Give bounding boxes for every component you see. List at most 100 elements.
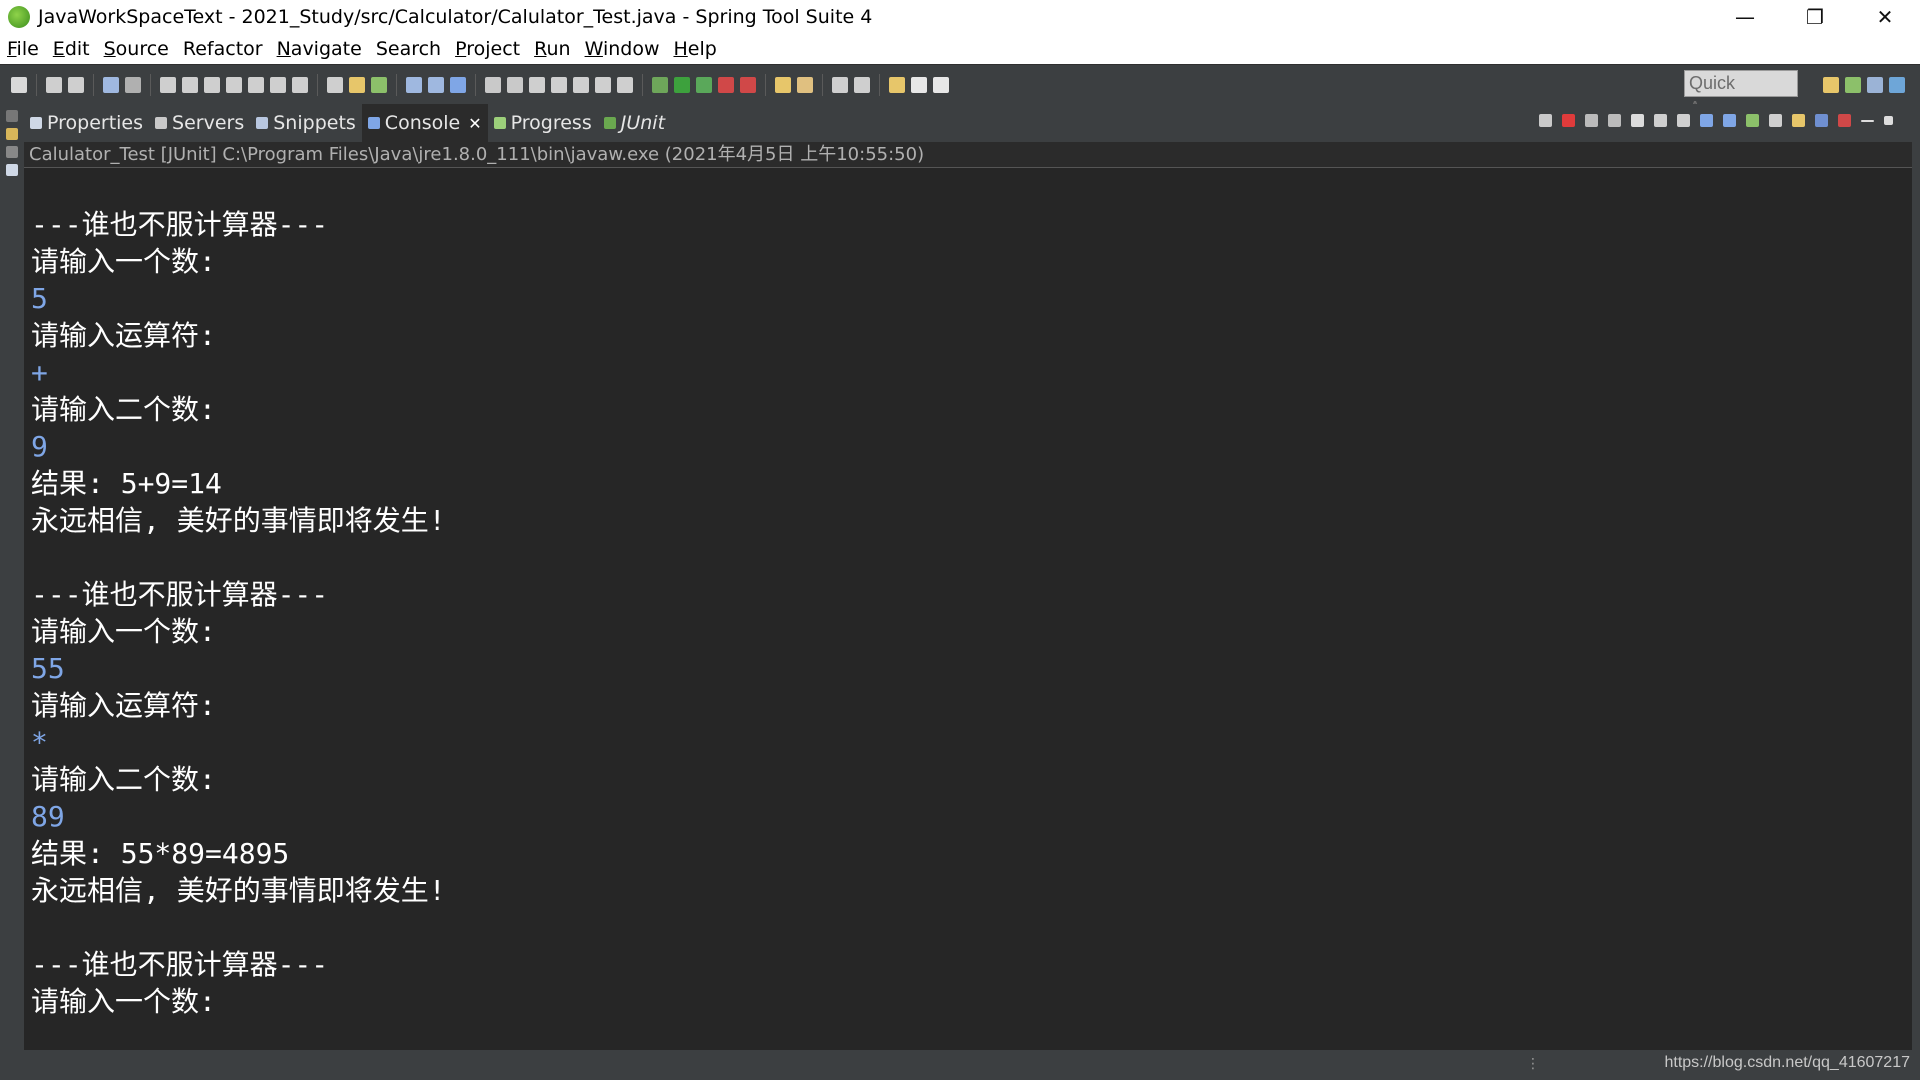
debug-perspective-icon[interactable] — [1867, 77, 1883, 93]
maximize-view-icon[interactable] — [1884, 116, 1893, 125]
close-icon[interactable]: ✕ — [1850, 0, 1920, 34]
print-icon[interactable] — [103, 77, 119, 93]
last-edit-icon[interactable] — [889, 77, 905, 93]
menu-label: un — [546, 38, 571, 60]
stop-icon[interactable] — [740, 77, 756, 93]
menu-item[interactable]: Refactor — [176, 38, 270, 60]
restore-icon[interactable]: ❐ — [1780, 0, 1850, 34]
relaunch-icon[interactable] — [1539, 114, 1552, 127]
step-return-icon[interactable] — [292, 77, 308, 93]
resume-icon[interactable] — [160, 77, 176, 93]
menu-item[interactable]: Source — [97, 38, 176, 60]
display-console-icon[interactable] — [1769, 114, 1782, 127]
tab-progress[interactable]: Progress — [488, 112, 598, 134]
console-input-line: 89 — [31, 800, 65, 833]
console-output[interactable]: ---谁也不服计算器--- 请输入一个数: 5 请输入运算符: + 请输入二个数: 9 结果:… — [24, 168, 1912, 1050]
debug-console-icon[interactable] — [1815, 114, 1828, 127]
link-icon[interactable] — [797, 77, 813, 93]
tab-label: Console — [384, 112, 461, 134]
annotation-icon[interactable] — [551, 77, 567, 93]
previous-annotation-icon[interactable] — [854, 77, 870, 93]
outline-icon[interactable] — [6, 146, 18, 158]
menu-item[interactable]: Run — [527, 38, 577, 60]
skip-breakpoints-icon[interactable] — [125, 77, 141, 93]
perspective-switcher — [1820, 77, 1908, 93]
restore-view-icon[interactable] — [6, 110, 18, 122]
console-input-line: 5 — [31, 282, 48, 315]
properties-icon — [30, 117, 42, 129]
new-class-icon[interactable] — [450, 77, 466, 93]
open-perspective-icon[interactable] — [1823, 77, 1839, 93]
show-stdout-icon[interactable] — [1700, 114, 1713, 127]
pin-console-icon[interactable] — [1746, 114, 1759, 127]
save-icon[interactable] — [46, 77, 62, 93]
menu-mnemonic: E — [52, 38, 65, 60]
task-list-icon[interactable] — [6, 164, 18, 176]
toggle-mark-icon[interactable] — [573, 77, 589, 93]
tab-console[interactable]: Console ✕ — [361, 104, 488, 142]
menu-item[interactable]: Project — [448, 38, 527, 60]
spring-boot-dashboard-icon[interactable] — [371, 77, 387, 93]
save-all-icon[interactable] — [68, 77, 84, 93]
scroll-lock-icon[interactable] — [1654, 114, 1667, 127]
tab-label: Snippets — [273, 112, 356, 134]
junit-icon — [603, 117, 616, 129]
menu-item[interactable]: Help — [666, 38, 723, 60]
debug-icon[interactable] — [652, 77, 668, 93]
menu-item[interactable]: File — [0, 38, 46, 60]
quick-access-input[interactable]: Quick Access — [1684, 70, 1798, 118]
open-task-icon[interactable] — [507, 77, 523, 93]
tab-label: Progress — [510, 112, 592, 134]
tab-properties[interactable]: Properties — [24, 112, 149, 134]
open-type-icon[interactable] — [485, 77, 501, 93]
remove-launch-icon[interactable] — [1585, 114, 1598, 127]
suspend-icon[interactable] — [182, 77, 198, 93]
menu-mnemonic: H — [673, 38, 688, 60]
show-stderr-icon[interactable] — [1723, 114, 1736, 127]
new-icon[interactable] — [11, 77, 27, 93]
remove-all-launches-icon[interactable] — [1608, 114, 1621, 127]
tab-label: Servers — [172, 112, 245, 134]
step-into-icon[interactable] — [248, 77, 264, 93]
block-selection-icon[interactable] — [595, 77, 611, 93]
tab-snippets[interactable]: Snippets — [250, 112, 362, 134]
menu-item[interactable]: Search — [369, 38, 448, 60]
tab-junit[interactable]: JUnit — [598, 112, 671, 134]
console-output-line: ---谁也不服计算器--- — [31, 208, 329, 241]
menu-item[interactable]: Edit — [46, 38, 97, 60]
open-console-icon[interactable] — [1792, 114, 1805, 127]
search-icon[interactable] — [529, 77, 545, 93]
tab-servers[interactable]: Servers — [149, 112, 250, 134]
use-step-filters-icon[interactable] — [349, 77, 365, 93]
error-console-icon[interactable] — [1838, 114, 1851, 127]
open-folder-icon[interactable] — [775, 77, 791, 93]
toolbar-separator — [150, 74, 151, 96]
close-tab-icon[interactable]: ✕ — [468, 114, 481, 133]
new-java-project-icon[interactable] — [406, 77, 422, 93]
forward-icon[interactable] — [933, 77, 949, 93]
external-tools-icon[interactable] — [718, 77, 734, 93]
spring-perspective-icon[interactable] — [1889, 77, 1905, 93]
run-icon[interactable] — [674, 77, 690, 93]
show-whitespace-icon[interactable] — [617, 77, 633, 93]
minimize-view-icon[interactable] — [1861, 119, 1874, 122]
clear-console-icon[interactable] — [1631, 114, 1644, 127]
menu-item[interactable]: Window — [578, 38, 667, 60]
minimize-icon[interactable]: — — [1710, 0, 1780, 34]
toolbar-separator — [36, 74, 37, 96]
progress-icon — [493, 117, 506, 129]
terminate-debug-icon[interactable] — [204, 77, 220, 93]
new-package-icon[interactable] — [428, 77, 444, 93]
coverage-icon[interactable] — [696, 77, 712, 93]
step-over-icon[interactable] — [270, 77, 286, 93]
console-output-line: 结果: 55*89=4895 — [31, 837, 290, 870]
disconnect-icon[interactable] — [226, 77, 242, 93]
menu-item[interactable]: Navigate — [270, 38, 369, 60]
back-icon[interactable] — [911, 77, 927, 93]
word-wrap-icon[interactable] — [1677, 114, 1690, 127]
package-explorer-icon[interactable] — [6, 128, 18, 140]
next-annotation-icon[interactable] — [832, 77, 848, 93]
java-perspective-icon[interactable] — [1845, 77, 1861, 93]
terminate-icon[interactable] — [1562, 114, 1575, 127]
drop-to-frame-icon[interactable] — [327, 77, 343, 93]
